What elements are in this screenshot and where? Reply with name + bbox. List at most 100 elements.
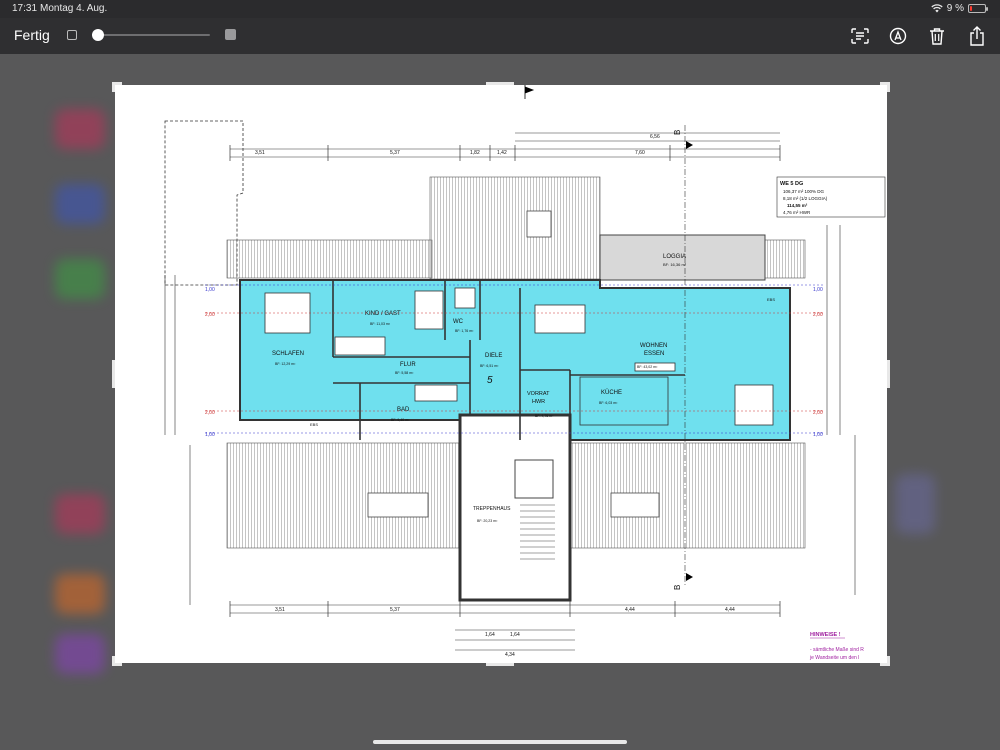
battery-percent: 9 %: [946, 3, 964, 14]
dim-bottom-3: 4,44: [625, 607, 635, 613]
room-diele-area: BF: 6,51 m²: [480, 364, 499, 368]
desk: [334, 336, 386, 356]
brush-size-slider[interactable]: [91, 29, 210, 41]
bed-double: [264, 292, 311, 334]
roof-top-right: [764, 239, 806, 279]
battery-icon: [968, 4, 988, 13]
dim-stairs-1: 1,64: [485, 632, 495, 638]
height-label-right-top: 1,00: [813, 287, 823, 293]
status-time: 17:31: [12, 3, 38, 14]
height-label-left-upper: 2,00: [205, 312, 215, 318]
room-bad-area: BF: 9,40 m²: [391, 418, 410, 422]
markup-pen-icon[interactable]: [887, 25, 909, 47]
bathtub: [414, 384, 458, 402]
markup-toolbar: Fertig: [0, 18, 1000, 54]
room-essen: ESSEN: [644, 351, 664, 357]
room-wohnen: WOHNEN: [640, 343, 667, 349]
loggia-label: LOGGIA: [663, 254, 686, 260]
floor-plan-drawing: 3,51 5,37 1,82 1,42 6,56 7,60 3,51 5,37 …: [164, 85, 886, 661]
done-button[interactable]: Fertig: [14, 27, 50, 43]
summary-line-1: 106,37 m² 100% DG: [783, 189, 825, 194]
room-flur: FLUR: [400, 362, 416, 368]
crop-handle-top-left[interactable]: [112, 82, 122, 92]
height-label-right-lower: 2,00: [813, 410, 823, 416]
summary-line-4: 4,76 m² HWR: [783, 210, 811, 215]
room-kueche-area: BF: 6,03 m²: [599, 401, 618, 405]
room-diele: DIELE: [485, 353, 502, 359]
blurred-thumbnail: [55, 574, 105, 614]
hinweise-line-1: - sämtliche Maße sind R: [810, 647, 864, 653]
dim-bottom-1: 3,51: [275, 607, 285, 613]
blurred-thumbnail: [55, 634, 105, 674]
crop-handle-bottom-left[interactable]: [112, 656, 122, 666]
trash-icon[interactable]: [926, 25, 948, 47]
room-hwr: HWR: [532, 399, 545, 405]
crop-handle-right[interactable]: [887, 360, 890, 388]
blurred-thumbnail: [55, 259, 105, 299]
brush-size-small-icon: [67, 30, 77, 40]
bed-single: [414, 290, 444, 330]
blurred-thumbnail: [55, 184, 105, 224]
dim-top-2: 5,37: [390, 150, 400, 156]
ebs-left-label: EBS: [310, 422, 318, 427]
toilet: [454, 287, 476, 309]
roof-top-center: [429, 176, 601, 280]
north-marker: [524, 85, 535, 99]
blurred-thumbnail: [895, 474, 935, 534]
treppenhaus-area: BF: 20,23 m²: [477, 519, 498, 523]
dim-top-1: 3,51: [255, 150, 265, 156]
dim-top-4: 1,42: [497, 150, 507, 156]
room-wc-area: BF: 1,76 m²: [455, 329, 474, 333]
unit-number: 5: [487, 375, 493, 386]
room-bad: BAD: [397, 407, 410, 413]
section-arrow: [686, 141, 693, 149]
dim-top-5: 6,56: [650, 134, 660, 140]
roof-bottom-right: [569, 442, 806, 549]
summary-title: WE 5 DG: [780, 181, 803, 187]
dim-top-6: 7,60: [635, 150, 645, 156]
room-kind-gast: KIND / GAST: [365, 311, 401, 317]
sofa: [734, 384, 774, 426]
room-kueche: KÜCHE: [601, 389, 622, 396]
height-label-left-top: 1,00: [205, 287, 215, 293]
blurred-thumbnail: [55, 494, 105, 534]
room-schlafen-area: BF: 12,29 m²: [275, 362, 296, 366]
section-mark-bottom: B: [673, 585, 682, 590]
share-icon[interactable]: [966, 25, 988, 47]
room-wohnen-area: BF: 43,02 m²: [637, 365, 658, 369]
crop-handle-bottom[interactable]: [486, 663, 514, 666]
treppenhaus-label: TREPPENHAUS: [473, 506, 511, 512]
crop-handle-bottom-right[interactable]: [880, 656, 890, 666]
room-kind-gast-area: BF: 11,03 m²: [370, 322, 391, 326]
room-flur-area: BF: 5,58 m²: [395, 371, 414, 375]
height-label-left-lower: 2,00: [205, 410, 215, 416]
text-recognition-icon[interactable]: [849, 25, 871, 47]
blurred-thumbnail: [55, 109, 105, 149]
summary-line-2: 8,18 m² (1/2 LOGGIA): [783, 196, 828, 201]
section-mark-top: B: [673, 130, 682, 135]
brush-size-large-icon: [225, 29, 236, 40]
dim-stairs-3: 4,34: [505, 652, 515, 658]
height-label-right-bottom: 1,00: [813, 432, 823, 438]
crop-handle-top-right[interactable]: [880, 82, 890, 92]
skylight: [610, 492, 660, 518]
dim-stairs-2: 1,64: [510, 632, 520, 638]
status-bar: 17:31 Montag 4. Aug. 9 %: [0, 0, 1000, 18]
slider-knob[interactable]: [91, 29, 104, 41]
room-schlafen: SCHLAFEN: [272, 351, 304, 357]
dim-top-3: 1,82: [470, 150, 480, 156]
dim-bottom-4: 4,44: [725, 607, 735, 613]
status-right: 9 %: [931, 3, 988, 14]
crop-handle-left[interactable]: [112, 360, 115, 388]
floor-plan-document[interactable]: 3,51 5,37 1,82 1,42 6,56 7,60 3,51 5,37 …: [115, 85, 887, 663]
section-arrow: [686, 573, 693, 581]
ebs-right-label: EBS: [767, 297, 775, 302]
crop-handle-top[interactable]: [486, 82, 514, 85]
height-label-left-bottom: 1,00: [205, 432, 215, 438]
home-indicator[interactable]: [373, 740, 627, 744]
dim-bottom-2: 5,37: [390, 607, 400, 613]
summary-line-3: 114,55 m²: [787, 203, 808, 208]
room-vorrat: VORRAT: [527, 391, 550, 397]
skylight: [526, 210, 552, 238]
status-date: Montag 4. Aug.: [40, 3, 108, 14]
